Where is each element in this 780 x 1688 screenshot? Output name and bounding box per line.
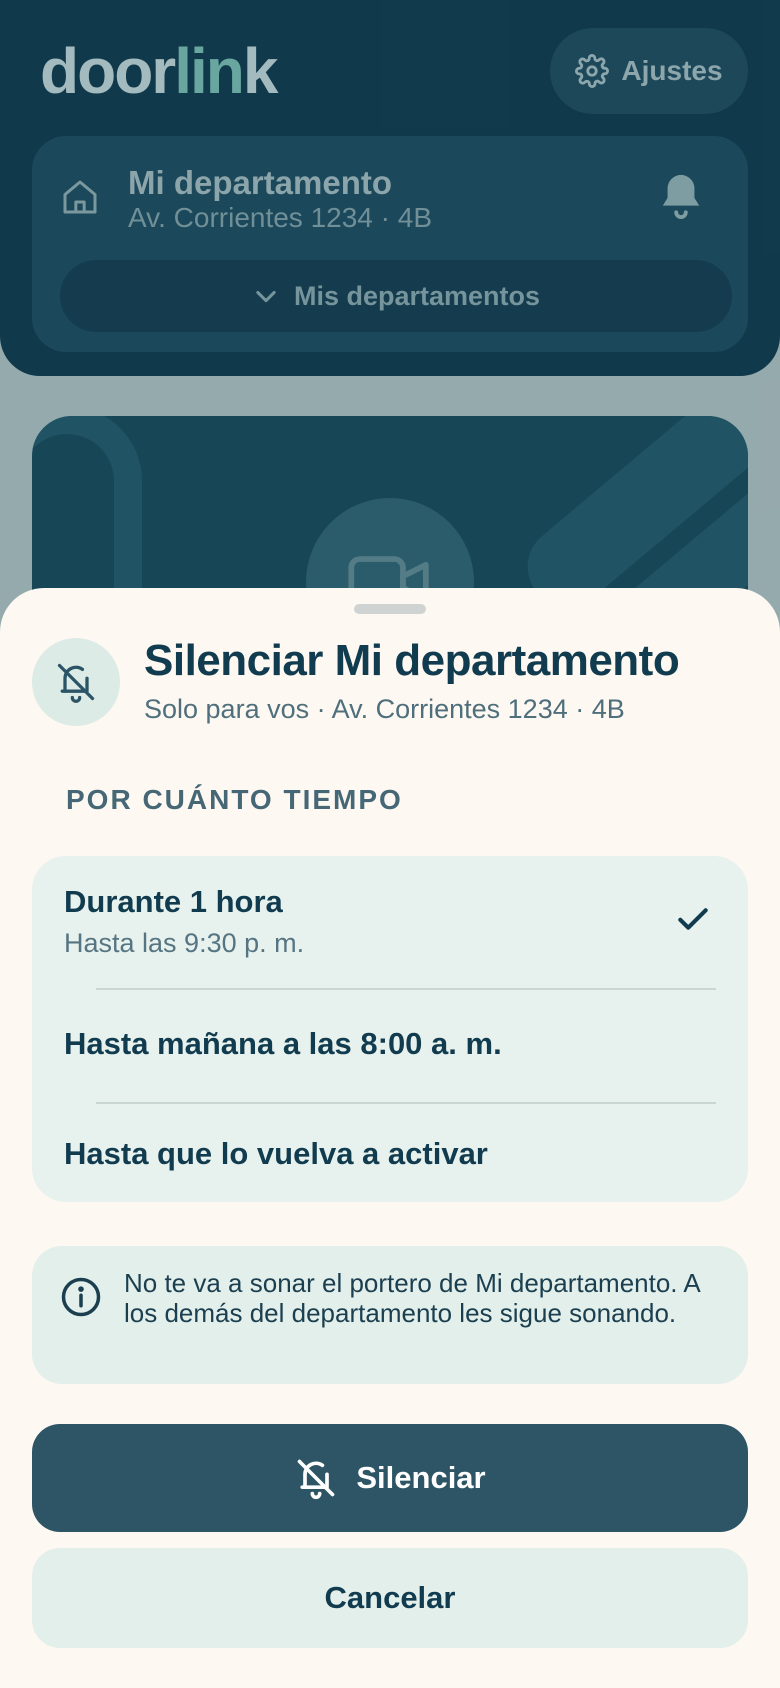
info-box: No te va a sonar el portero de Mi depart…: [32, 1246, 748, 1384]
sheet-subtitle: Solo para vos · Av. Corrientes 1234 · 4B: [144, 694, 625, 724]
mute-bottom-sheet: Silenciar Mi departamento Solo para vos …: [0, 588, 780, 1688]
check-icon: [678, 908, 708, 930]
option-subtitle: Hasta las 9:30 p. m.: [64, 928, 305, 958]
duration-section-label: POR CUÁNTO TIEMPO: [66, 784, 403, 815]
cancel-button[interactable]: Cancelar: [32, 1548, 748, 1648]
info-text: No te va a sonar el portero de Mi depart…: [124, 1268, 700, 1328]
option-title: Hasta que lo vuelva a activar: [64, 1136, 488, 1171]
info-icon: [61, 1277, 101, 1317]
option-until-tomorrow[interactable]: Hasta mañana a las 8:00 a. m.: [32, 988, 748, 1102]
mute-badge: [32, 638, 120, 726]
option-until-reactivated[interactable]: Hasta que lo vuelva a activar: [32, 1102, 748, 1202]
option-one-hour[interactable]: Durante 1 hora Hasta las 9:30 p. m.: [32, 856, 748, 988]
sheet-title: Silenciar Mi departamento: [144, 636, 680, 685]
bell-off-icon: [298, 1459, 335, 1500]
mute-button[interactable]: Silenciar: [32, 1424, 748, 1532]
duration-options: Durante 1 hora Hasta las 9:30 p. m. Hast…: [32, 856, 748, 1202]
sheet-grabber[interactable]: [354, 604, 426, 614]
option-title: Hasta mañana a las 8:00 a. m.: [64, 1026, 502, 1061]
cancel-button-label: Cancelar: [324, 1580, 456, 1615]
option-title: Durante 1 hora: [64, 884, 283, 919]
mute-button-label: Silenciar: [356, 1460, 486, 1495]
bell-off-icon: [57, 663, 95, 703]
